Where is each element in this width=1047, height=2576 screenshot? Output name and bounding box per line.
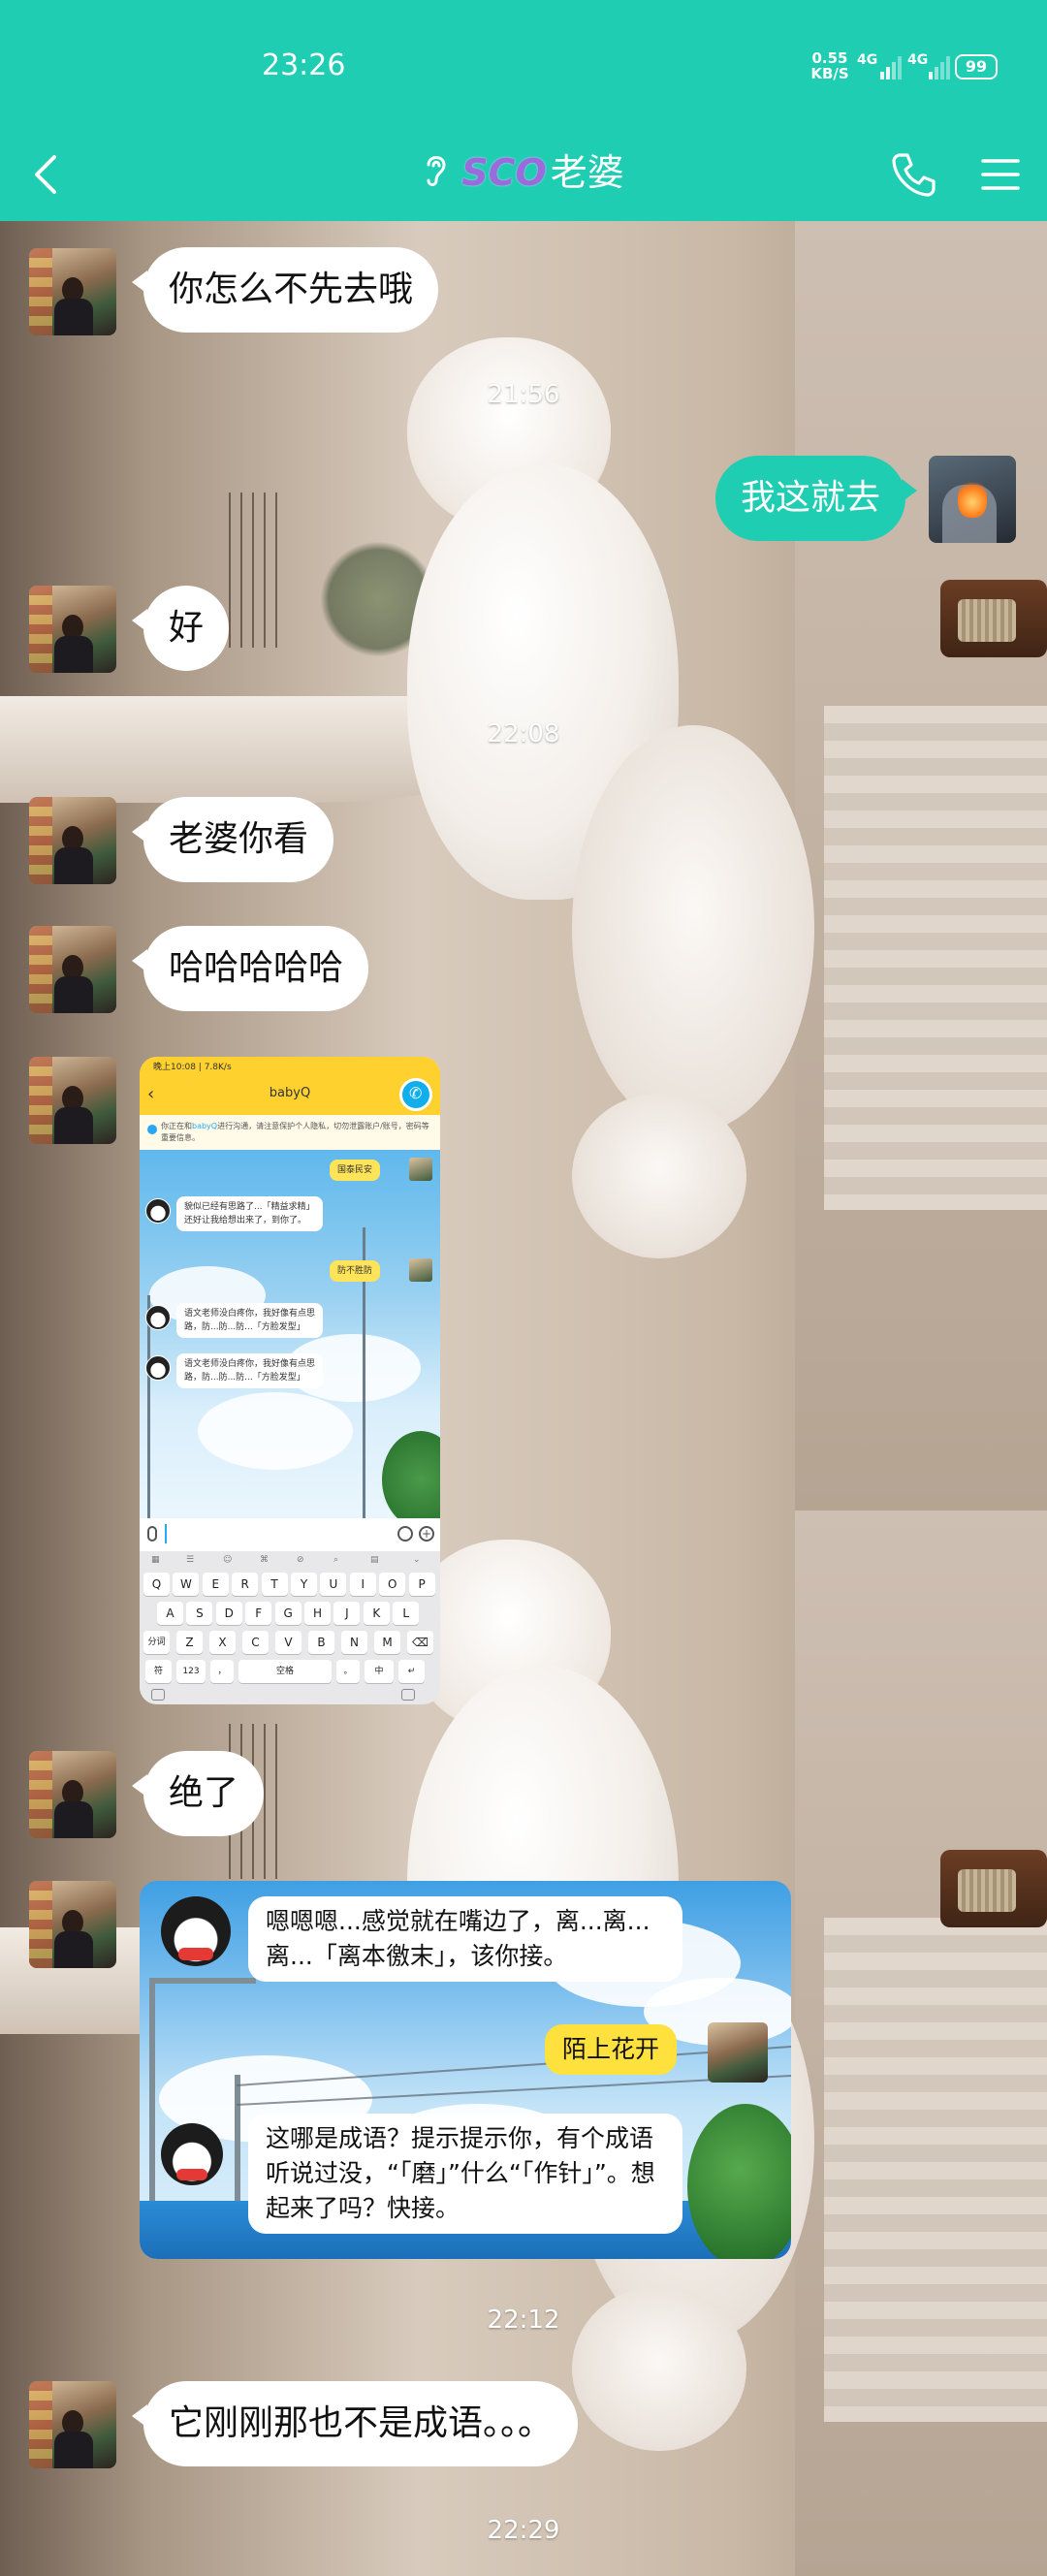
keyboard-key: Z bbox=[176, 1631, 203, 1654]
keyboard-key: P bbox=[408, 1573, 435, 1596]
screenshot-input-bar: + bbox=[140, 1518, 440, 1551]
chat-crop-bubble: 陌上花开 bbox=[545, 2024, 678, 2075]
keyboard-key: V bbox=[275, 1631, 301, 1654]
keyboard-key: K bbox=[363, 1602, 390, 1625]
keyboard-key: Q bbox=[143, 1573, 170, 1596]
keyboard-key: 。 bbox=[336, 1660, 360, 1683]
menu-icon bbox=[981, 159, 1020, 190]
message-bubble[interactable]: 绝了 bbox=[131, 1751, 265, 1836]
battery-icon: 99 bbox=[955, 54, 998, 80]
contact-avatar[interactable] bbox=[29, 1751, 116, 1838]
contact-avatar[interactable] bbox=[29, 1881, 116, 1968]
chat-crop-bubble: 这哪是成语？提示提示你，有个成语 听说过没，“「磨」”什么“「作针」”。想 起来… bbox=[248, 2114, 682, 2234]
phone-call-button[interactable] bbox=[888, 149, 938, 200]
keyboard-key: I bbox=[349, 1573, 376, 1596]
keyboard-key: L bbox=[393, 1602, 420, 1625]
timestamp: 22:29 bbox=[487, 2516, 560, 2545]
chat-crop-avatar bbox=[708, 2022, 768, 2083]
keyboard-key: 空格 bbox=[238, 1660, 332, 1683]
chat-crop-bubble: 嗯嗯嗯...感觉就在嘴边了，离...离... 离...「离本徼末」，该你接。 bbox=[248, 1896, 682, 1982]
timestamp: 22:08 bbox=[487, 719, 560, 748]
screenshot-bubble: 防不胜防 bbox=[330, 1260, 381, 1282]
penguin-avatar bbox=[161, 1896, 231, 1966]
keyboard-key: F bbox=[245, 1602, 272, 1625]
keyboard-key: C bbox=[242, 1631, 269, 1654]
image-message-screenshot[interactable]: 晚上10:08 | 7.8K/s ‹ babyQ 你正在和babyQ进行沟通，请… bbox=[140, 1057, 440, 1704]
keyboard-key: X bbox=[209, 1631, 236, 1654]
keyboard-key: W bbox=[173, 1573, 200, 1596]
my-message-bubble[interactable]: 我这就去 bbox=[714, 456, 918, 541]
contact-avatar[interactable] bbox=[29, 797, 116, 884]
status-time: 23:26 bbox=[262, 48, 346, 82]
contact-avatar[interactable] bbox=[29, 248, 116, 335]
message-bubble[interactable]: 老婆你看 bbox=[131, 797, 334, 882]
contact-name: 老婆 bbox=[550, 151, 624, 194]
keyboard-key: 符 bbox=[145, 1660, 172, 1683]
chat-header: SCO 老婆 bbox=[0, 128, 1047, 221]
contact-avatar[interactable] bbox=[29, 1057, 116, 1144]
my-avatar[interactable] bbox=[929, 456, 1016, 543]
network-speed: 0.55 KB/S bbox=[809, 50, 851, 81]
keyboard-key: B bbox=[308, 1631, 334, 1654]
timestamp: 21:56 bbox=[487, 380, 560, 409]
keyboard-key: O bbox=[379, 1573, 406, 1596]
keyboard-key: H bbox=[304, 1602, 331, 1625]
message-bubble[interactable]: 好 bbox=[131, 586, 230, 671]
keyboard-key: Y bbox=[291, 1573, 317, 1596]
keyboard-key: R bbox=[232, 1573, 259, 1596]
keyboard-key: D bbox=[215, 1602, 242, 1625]
network-type-2: 4G bbox=[907, 52, 929, 68]
menu-button[interactable] bbox=[977, 153, 1024, 196]
screenshot-call-icon bbox=[399, 1078, 432, 1111]
keyboard-key: ↵ bbox=[398, 1660, 425, 1683]
status-bar: 23:26 0.55 KB/S 4G 4G 99 bbox=[0, 0, 1047, 128]
keyboard-key: 123 bbox=[176, 1660, 206, 1683]
message-bubble[interactable]: 你怎么不先去哦 bbox=[131, 247, 439, 333]
screenshot-title: babyQ bbox=[269, 1086, 311, 1100]
keyboard-key: E bbox=[202, 1573, 229, 1596]
screenshot-privacy-tip: 你正在和babyQ进行沟通，请注意保护个人隐私，切勿泄露账户/账号，密码等重要信… bbox=[140, 1115, 440, 1150]
keyboard-key: 分词 bbox=[143, 1631, 170, 1654]
penguin-avatar bbox=[161, 2123, 223, 2185]
contact-avatar[interactable] bbox=[29, 2381, 116, 2468]
timestamp: 22:12 bbox=[487, 2306, 560, 2335]
message-bubble[interactable]: 它刚刚那也不是成语。。。 bbox=[131, 2381, 579, 2466]
tip-link: babyQ bbox=[192, 1122, 218, 1130]
keyboard-key: M bbox=[374, 1631, 400, 1654]
keyboard-key: J bbox=[333, 1602, 361, 1625]
screenshot-bubble: 貌似已经有思路了...「精益求精」 还好让我给想出来了，到你了。 bbox=[176, 1196, 323, 1231]
network-speed-unit: KB/S bbox=[810, 65, 849, 82]
tip-text: 你正在和 bbox=[161, 1122, 192, 1130]
screenshot-chat-area: 国泰民安 貌似已经有思路了...「精益求精」 还好让我给想出来了，到你了。 防不… bbox=[140, 1150, 440, 1518]
keyboard-key: U bbox=[320, 1573, 347, 1596]
signal-bars-icon-1 bbox=[880, 54, 905, 80]
phone-icon bbox=[892, 153, 936, 197]
keyboard-key: ， bbox=[210, 1660, 234, 1683]
keyboard-key: N bbox=[341, 1631, 367, 1654]
signal-bars-icon-2 bbox=[929, 54, 954, 80]
message-bubble[interactable]: 哈哈哈哈哈 bbox=[131, 926, 369, 1011]
keyboard-key: G bbox=[274, 1602, 301, 1625]
screenshot-keyboard: ▦ ☰ ☺ ⌘ ⊘ ⌕ ▤ ⌄ QWERTYUIOP ASDFGHJKL 分词 Z X C V B N… bbox=[140, 1551, 440, 1704]
screenshot-bubble: 国泰民安 bbox=[330, 1160, 381, 1181]
keyboard-key: ⌫ bbox=[407, 1631, 433, 1654]
keyboard-key: T bbox=[261, 1573, 288, 1596]
image-message-chat-crop[interactable]: 嗯嗯嗯...感觉就在嘴边了，离...离... 离...「离本徼末」，该你接。 陌… bbox=[140, 1881, 791, 2259]
screenshot-status-bar: 晚上10:08 | 7.8K/s bbox=[140, 1057, 440, 1078]
network-speed-value: 0.55 bbox=[811, 49, 848, 67]
chat-screen: 23:26 0.55 KB/S 4G 4G 99 SCO 老婆 你怎么不先去哦 … bbox=[0, 0, 1047, 2576]
contact-avatar[interactable] bbox=[29, 926, 116, 1013]
keyboard-key: 中 bbox=[365, 1660, 394, 1683]
nickname-accent: SCO bbox=[461, 151, 547, 194]
screenshot-header: ‹ babyQ bbox=[140, 1078, 440, 1115]
keyboard-key: A bbox=[157, 1602, 183, 1625]
network-type-1: 4G bbox=[857, 52, 878, 68]
contact-avatar[interactable] bbox=[29, 586, 116, 673]
ear-icon bbox=[423, 146, 448, 205]
keyboard-key: S bbox=[186, 1602, 213, 1625]
screenshot-bubble: 语文老师没白疼你，我好像有点思 路，防...防...防...「方脸发型」 bbox=[176, 1353, 324, 1388]
screenshot-bubble: 语文老师没白疼你，我好像有点思 路，防...防...防...「方脸发型」 bbox=[176, 1303, 324, 1338]
